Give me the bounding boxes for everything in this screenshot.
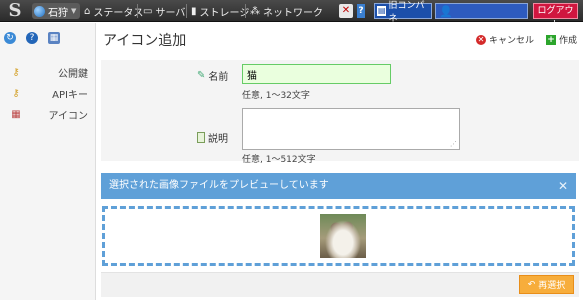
- key-icon: ⚷: [12, 66, 20, 78]
- user-icon: 👤: [439, 5, 453, 18]
- form-footer: ↶ 再選択: [101, 272, 579, 297]
- sidebar-item-api-key[interactable]: ⚷ APIキー: [10, 85, 90, 101]
- icon-form: ✎ 名前 任意, 1〜32文字 説明 ⋰ 任意, 1〜512文字: [101, 60, 579, 165]
- nav-divider: [137, 4, 138, 18]
- app-logo[interactable]: S: [6, 1, 24, 21]
- undo-icon: ↶: [527, 279, 536, 290]
- sidebar-item-label: 公開鍵: [58, 68, 88, 80]
- description-label: 説明: [197, 130, 228, 145]
- sidebar-item-icon[interactable]: ▦ アイコン: [10, 106, 90, 122]
- name-field[interactable]: [242, 64, 391, 84]
- tools-icon[interactable]: ✕: [339, 4, 353, 18]
- tag-icon: ✎: [197, 70, 206, 81]
- old-control-panel-button[interactable]: ▤ 旧コンパネ: [374, 1, 432, 24]
- cancel-label: キャンセル: [488, 36, 534, 46]
- top-bar: S 石狩 ▼ ⌂ ステータス ▭ サーバ ▮ ストレージ ⁂ ネットワーク ✕ …: [0, 0, 583, 30]
- nav-network-label: ネットワーク: [263, 7, 323, 19]
- resize-grip-icon[interactable]: ⋰: [450, 140, 457, 148]
- name-hint: 任意, 1〜32文字: [242, 91, 310, 101]
- nav-server[interactable]: ▭ サーバ: [143, 0, 185, 22]
- icon-grid-icon: ▦: [11, 108, 21, 120]
- description-hint: 任意, 1〜512文字: [242, 155, 316, 165]
- logout-button[interactable]: ログアウト: [533, 3, 578, 30]
- nav-storage-label: ストレージ: [199, 7, 250, 19]
- key-icon: ⚷: [12, 87, 20, 99]
- reselect-button[interactable]: ↶ 再選択: [519, 275, 574, 294]
- main-panel: アイコン追加 ✕ キャンセル + 作成 ✎ 名前 任意, 1〜32文字 説明 ⋰…: [97, 23, 583, 300]
- refresh-icon[interactable]: ↻: [4, 32, 16, 44]
- preview-notice: 選択された画像ファイルをプレビューしています ✕: [101, 173, 576, 199]
- nav-divider: [245, 4, 246, 18]
- settings-icon[interactable]: ▦: [48, 32, 60, 44]
- sidebar-tools: ↻ ? ▦: [4, 32, 60, 44]
- old-control-panel-label: 旧コンパネ: [388, 1, 425, 24]
- page-title: アイコン追加: [103, 33, 187, 49]
- reselect-label: 再選択: [538, 281, 566, 291]
- close-icon[interactable]: ✕: [558, 173, 568, 199]
- nav-divider: [186, 4, 187, 18]
- sidebar-item-label: APIキー: [52, 89, 88, 101]
- chevron-down-icon: ▼: [71, 7, 77, 15]
- header-actions: ✕ キャンセル + 作成: [475, 33, 577, 46]
- house-icon: ⌂: [84, 5, 91, 17]
- description-field[interactable]: [242, 108, 460, 150]
- disk-icon: ▮: [191, 5, 197, 17]
- nav-storage[interactable]: ▮ ストレージ: [191, 0, 249, 22]
- network-icon: ⁂: [250, 5, 260, 17]
- create-button[interactable]: + 作成: [545, 33, 577, 46]
- plus-icon: +: [545, 34, 556, 45]
- description-label-text: 説明: [208, 134, 228, 145]
- monitor-icon: ▭: [143, 5, 153, 17]
- document-icon: [197, 132, 205, 143]
- name-label-text: 名前: [208, 72, 229, 83]
- nav-status-label: ステータス: [93, 7, 144, 19]
- sidebar: ↻ ? ▦ ⚷ 公開鍵 ⚷ APIキー ▦ アイコン: [0, 23, 96, 300]
- user-menu[interactable]: 👤: [435, 3, 528, 19]
- cancel-button[interactable]: ✕ キャンセル: [475, 33, 534, 46]
- name-label: ✎ 名前: [197, 68, 228, 83]
- sidebar-item-public-key[interactable]: ⚷ 公開鍵: [10, 64, 90, 80]
- create-label: 作成: [558, 36, 577, 46]
- nav-network[interactable]: ⁂ ネットワーク: [250, 0, 323, 22]
- nav-server-label: サーバ: [155, 7, 186, 19]
- help-icon[interactable]: ?: [26, 32, 38, 44]
- help-icon[interactable]: ?: [357, 4, 365, 18]
- zone-selector[interactable]: 石狩 ▼: [32, 3, 81, 19]
- zone-label: 石狩: [48, 7, 68, 19]
- cancel-icon: ✕: [475, 34, 486, 45]
- preview-notice-text: 選択された画像ファイルをプレビューしています: [109, 180, 329, 191]
- globe-icon: [34, 5, 45, 17]
- image-drop-zone[interactable]: [102, 206, 575, 266]
- panel-icon: ▤: [377, 6, 387, 16]
- sidebar-item-label: アイコン: [48, 110, 89, 122]
- nav-status[interactable]: ⌂ ステータス: [84, 0, 143, 22]
- cat-image-preview: [320, 214, 366, 258]
